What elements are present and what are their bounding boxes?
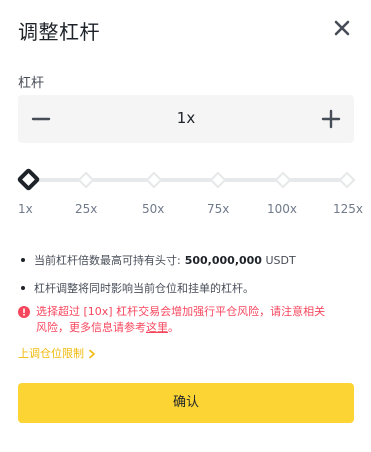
leverage-value-input[interactable]: 1x	[18, 109, 354, 127]
leverage-label: 杠杆	[18, 76, 45, 91]
slider-thumb[interactable]	[16, 167, 41, 192]
warning-line-2-suffix: 。	[168, 321, 179, 334]
slider-mark[interactable]: 25x	[75, 202, 97, 216]
raise-position-limit-link[interactable]: 上调仓位限制	[18, 345, 96, 361]
chevron-right-icon	[89, 349, 95, 359]
bullet-dot	[21, 258, 25, 262]
bullet-dot	[21, 286, 25, 290]
slider-tick[interactable]	[145, 171, 163, 189]
warning-more-info-link[interactable]: 这里	[146, 321, 168, 334]
slider-track[interactable]	[26, 178, 348, 182]
max-position-note: 当前杠杆倍数最高可持有头寸: 500,000,000 USDT	[18, 252, 296, 268]
warning-icon	[18, 306, 30, 318]
slider-mark[interactable]: 50x	[142, 202, 164, 216]
plus-icon[interactable]	[319, 107, 343, 131]
slider-tick[interactable]	[77, 171, 95, 189]
leverage-affects-note: 杠杆调整将同时影响当前仓位和挂单的杠杆。	[18, 280, 254, 296]
slider-tick[interactable]	[209, 171, 227, 189]
slider-tick[interactable]	[338, 171, 356, 189]
slider-mark[interactable]: 1x	[18, 202, 33, 216]
warning-line-1: 选择超过 [10x] 杠杆交易会增加强行平仓风险，请注意相关	[36, 305, 326, 318]
leverage-slider[interactable]	[16, 167, 356, 192]
warning-line-2-prefix: 风险，更多信息请参考	[36, 321, 146, 334]
leverage-stepper: 1x	[18, 95, 354, 143]
confirm-button[interactable]: 确认	[18, 383, 354, 423]
raise-position-limit-label[interactable]: 上调仓位限制	[18, 347, 84, 360]
risk-warning: 选择超过 [10x] 杠杆交易会增加强行平仓风险，请注意相关 风险，更多信息请参…	[18, 304, 348, 336]
slider-tick[interactable]	[274, 171, 292, 189]
slider-mark[interactable]: 125x	[333, 202, 363, 216]
slider-marks: 1x 25x 50x 75x 100x 125x	[18, 202, 363, 218]
close-icon[interactable]	[330, 16, 354, 40]
dialog-title: 调整杠杆	[18, 20, 100, 44]
max-position-unit: USDT	[265, 254, 296, 267]
max-position-prefix: 当前杠杆倍数最高可持有头寸:	[34, 254, 181, 267]
warning-line-2: 风险，更多信息请参考这里。	[18, 320, 348, 336]
slider-mark[interactable]: 100x	[267, 202, 297, 216]
slider-mark[interactable]: 75x	[207, 202, 229, 216]
leverage-affects-text: 杠杆调整将同时影响当前仓位和挂单的杠杆。	[34, 282, 254, 295]
max-position-value: 500,000,000	[184, 254, 262, 267]
